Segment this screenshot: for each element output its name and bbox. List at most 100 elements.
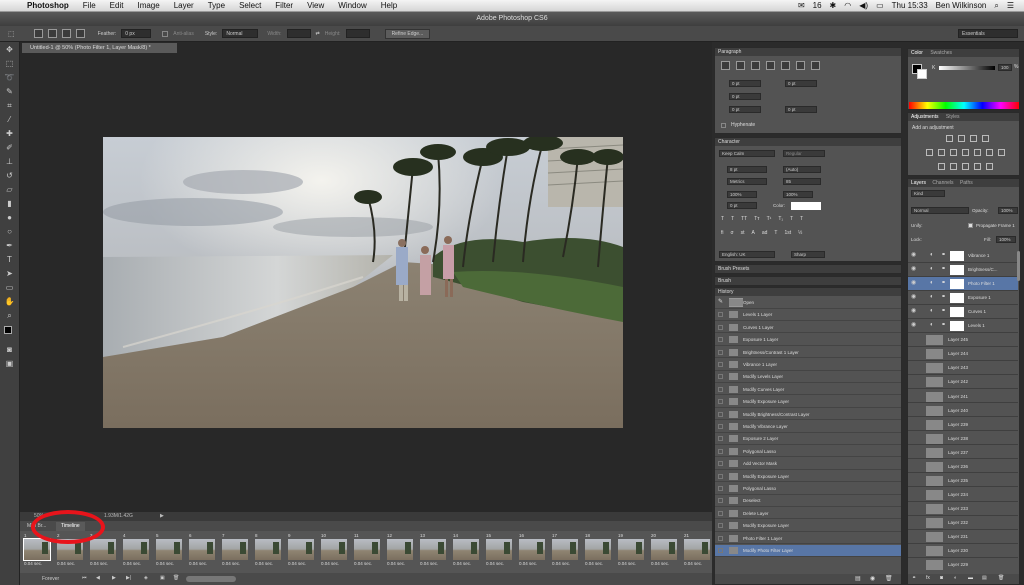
layer-row[interactable]: Layer 229: [908, 558, 1018, 571]
vertical-scale-input[interactable]: 100%: [727, 191, 757, 198]
frame-duration[interactable]: 0.04 sec.: [649, 560, 680, 568]
opacity-input[interactable]: 100%: [998, 207, 1018, 214]
history-source-checkbox[interactable]: [718, 523, 723, 529]
background-color[interactable]: [917, 69, 927, 79]
text-color-swatch[interactable]: [791, 202, 821, 210]
propagate-checkbox[interactable]: [968, 223, 973, 228]
frame-duration[interactable]: 0.04 sec.: [385, 560, 416, 568]
menu-view[interactable]: View: [300, 1, 331, 10]
layer-thumb[interactable]: [926, 489, 943, 500]
layer-thumb[interactable]: [926, 349, 943, 360]
frame-thumbnail[interactable]: [189, 539, 215, 560]
posterize-icon[interactable]: [950, 163, 957, 170]
history-item[interactable]: Modify Levels Layer: [715, 371, 901, 383]
layer-row[interactable]: Layer 235: [908, 474, 1018, 488]
history-item[interactable]: Levels 1 Layer: [715, 309, 901, 321]
history-item[interactable]: Modify Exposure Layer: [715, 520, 901, 532]
color-lookup-icon[interactable]: [998, 149, 1005, 156]
dodge-tool-icon[interactable]: ○: [2, 226, 18, 238]
notification-center-icon[interactable]: ☰: [1007, 1, 1014, 10]
layer-row[interactable]: Layer 238: [908, 432, 1018, 446]
ordinal-icon[interactable]: T: [774, 230, 777, 236]
history-item[interactable]: Curves 1 Layer: [715, 322, 901, 334]
fraction-icon[interactable]: 1st: [784, 230, 791, 236]
path-select-tool-icon[interactable]: ➤: [2, 268, 18, 280]
font-family-select[interactable]: Keep Calm: [719, 150, 775, 157]
frame-duration[interactable]: 0.04 sec.: [187, 560, 218, 568]
strikethrough-icon[interactable]: T: [800, 216, 803, 222]
align-left-icon[interactable]: [721, 61, 730, 70]
history-source-checkbox[interactable]: [718, 510, 723, 516]
prev-frame-icon[interactable]: ◀: [96, 575, 100, 581]
visibility-eye-icon[interactable]: ◉: [911, 263, 919, 276]
indent-first-input[interactable]: 0 pt: [729, 93, 761, 100]
indent-right-input[interactable]: 0 pt: [785, 80, 817, 87]
fraction-half-icon[interactable]: ½: [798, 230, 802, 236]
status-arrow-icon[interactable]: ▶: [160, 512, 164, 521]
layer-thumb[interactable]: [926, 517, 943, 528]
swash-icon[interactable]: st: [741, 230, 745, 236]
selective-color-icon[interactable]: [974, 163, 981, 170]
history-source-checkbox[interactable]: [718, 386, 723, 392]
layer-row[interactable]: ◉ ◐ ⚭ Curves 1: [908, 305, 1018, 319]
channel-mixer-icon[interactable]: [986, 149, 993, 156]
tracking-select[interactable]: 85: [783, 178, 821, 185]
layer-thumb[interactable]: [926, 433, 943, 444]
history-source-checkbox[interactable]: [718, 399, 723, 405]
layer-row[interactable]: Layer 237: [908, 446, 1018, 460]
layer-row[interactable]: ◉ ◐ ⚭ Brightness/C...: [908, 263, 1018, 277]
visibility-eye-icon[interactable]: ◉: [911, 319, 919, 332]
mask-link-icon[interactable]: ⚭: [941, 305, 946, 318]
frame-duration[interactable]: 0.04 sec.: [55, 560, 86, 568]
bluetooth-icon[interactable]: ✱: [830, 1, 837, 10]
tween-icon[interactable]: ◈: [144, 575, 148, 581]
status-mail-icon[interactable]: ✉: [798, 1, 805, 10]
history-source-checkbox[interactable]: [718, 324, 723, 330]
frame-thumbnail[interactable]: [321, 539, 347, 560]
small-caps-icon[interactable]: Tт: [754, 216, 759, 222]
frame-duration[interactable]: 0.04 sec.: [319, 560, 350, 568]
font-style-select[interactable]: Regular: [783, 150, 825, 157]
history-brush-tool-icon[interactable]: ↺: [2, 170, 18, 182]
menu-window[interactable]: Window: [331, 1, 373, 10]
loop-select[interactable]: Forever: [42, 576, 59, 582]
old-style-icon[interactable]: σ: [731, 230, 734, 236]
layer-row[interactable]: Layer 244: [908, 347, 1018, 362]
history-item[interactable]: Exposure 1 Layer: [715, 334, 901, 346]
titling-icon[interactable]: ad: [762, 230, 768, 236]
first-frame-icon[interactable]: ⏮: [82, 575, 87, 581]
underline-icon[interactable]: T: [790, 216, 793, 222]
font-size-input[interactable]: 8 pt: [727, 166, 767, 173]
layer-row[interactable]: Layer 236: [908, 460, 1018, 474]
mask-link-icon[interactable]: ⚭: [941, 291, 946, 304]
new-group-icon[interactable]: ▬: [968, 575, 973, 581]
alternate-icon[interactable]: A: [751, 230, 754, 236]
move-tool-icon[interactable]: ✥: [2, 44, 18, 56]
frame-thumbnail[interactable]: [354, 539, 380, 560]
layer-row[interactable]: Layer 245: [908, 333, 1018, 347]
threshold-icon[interactable]: [962, 163, 969, 170]
gradient-map-icon[interactable]: [986, 163, 993, 170]
layer-row[interactable]: Layer 240: [908, 404, 1018, 418]
blur-tool-icon[interactable]: ●: [2, 212, 18, 224]
hue-saturation-icon[interactable]: [938, 149, 945, 156]
layer-row[interactable]: Layer 233: [908, 502, 1018, 516]
frame-thumbnail[interactable]: [255, 539, 281, 560]
k-value[interactable]: 100: [998, 64, 1012, 71]
brush-tool-icon[interactable]: ✐: [2, 142, 18, 154]
style-select[interactable]: Normal: [222, 29, 259, 38]
marquee-tool-icon[interactable]: ⬚: [8, 30, 15, 38]
timeline-frame[interactable]: 4 0.04 sec.: [121, 533, 152, 572]
black-white-icon[interactable]: [962, 149, 969, 156]
kerning-select[interactable]: Metrics: [727, 178, 767, 185]
volume-icon[interactable]: ◀): [859, 1, 868, 10]
frame-thumbnail[interactable]: [387, 539, 413, 560]
antialias-select[interactable]: Sharp: [791, 251, 825, 258]
new-document-icon[interactable]: ▤: [855, 575, 861, 582]
wifi-icon[interactable]: ◠: [844, 1, 851, 10]
layer-mask-thumb[interactable]: [950, 251, 964, 261]
indent-left-input[interactable]: 0 pt: [729, 80, 761, 87]
add-selection-icon[interactable]: [47, 29, 57, 38]
frame-duration[interactable]: 0.04 sec.: [484, 560, 515, 568]
link-layers-icon[interactable]: ⚭: [912, 575, 916, 581]
